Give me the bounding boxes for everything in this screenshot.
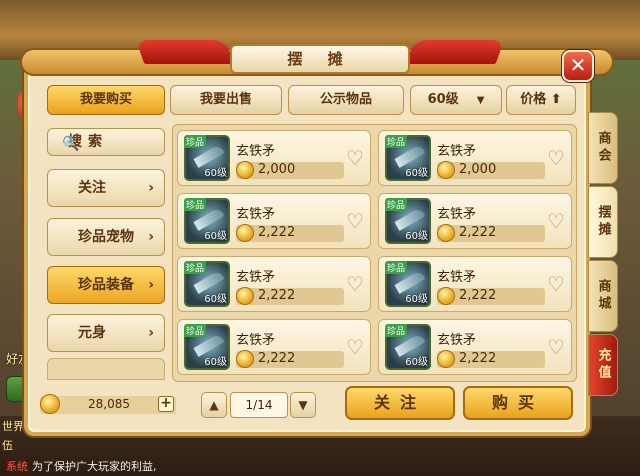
item-price: 2,222: [459, 288, 497, 303]
system-tag: 系统: [4, 460, 30, 473]
item-name: 玄铁矛: [236, 270, 276, 285]
close-button[interactable]: ✕: [562, 50, 594, 82]
spear-icon: 珍品 60级: [385, 135, 431, 181]
item-name: 玄铁矛: [437, 207, 477, 222]
item-price: 2,000: [459, 162, 497, 177]
coin-icon: [437, 287, 455, 305]
ribbon-right: [405, 40, 505, 64]
coin-icon: [437, 350, 455, 368]
heart-icon[interactable]: ♡: [547, 146, 565, 170]
follow-button[interactable]: 关注: [345, 386, 455, 420]
coin-icon: [40, 394, 60, 414]
tab-stall[interactable]: 摆摊: [588, 186, 618, 258]
ribbon-left: [135, 40, 235, 64]
heart-icon[interactable]: ♡: [346, 272, 364, 296]
item-name: 玄铁矛: [236, 144, 276, 159]
heart-icon[interactable]: ♡: [547, 209, 565, 233]
item-name: 玄铁矛: [236, 207, 276, 222]
item-card[interactable]: 珍品 60级 玄铁矛 2,222 ♡: [177, 256, 371, 312]
panel-title: 摆 摊: [230, 44, 410, 74]
item-price: 2,222: [258, 225, 296, 240]
item-card[interactable]: 珍品 60级 玄铁矛 2,222 ♡: [378, 319, 572, 375]
chat-channel-world[interactable]: 世界: [2, 418, 24, 434]
page-down-button[interactable]: ▼: [290, 392, 316, 418]
chevron-right-icon: ›: [148, 325, 154, 341]
tab-buy[interactable]: 我要购买: [47, 85, 165, 115]
item-name: 玄铁矛: [437, 270, 477, 285]
sidebar-item-rare-equipment[interactable]: 珍品装备 ›: [47, 266, 165, 304]
sidebar-item-follow[interactable]: 关注 ›: [47, 169, 165, 207]
sidebar-item-rare-pets[interactable]: 珍品宠物 ›: [47, 218, 165, 256]
spear-icon: 珍品 60级: [184, 324, 230, 370]
heart-icon[interactable]: ♡: [547, 272, 565, 296]
item-price: 2,000: [258, 162, 296, 177]
item-name: 玄铁矛: [437, 333, 477, 348]
heart-icon[interactable]: ♡: [547, 335, 565, 359]
sidebar-item-label: 元身: [78, 325, 106, 341]
item-name: 玄铁矛: [437, 144, 477, 159]
spear-icon: 珍品 60级: [385, 198, 431, 244]
coin-icon: [236, 287, 254, 305]
item-card[interactable]: 珍品 60级 玄铁矛 2,222 ♡: [378, 256, 572, 312]
item-name: 玄铁矛: [236, 333, 276, 348]
level-filter-value: 60级: [427, 92, 459, 107]
system-message-text: 为了保护广大玩家的利益,: [32, 460, 157, 473]
tab-mall[interactable]: 商城: [588, 260, 618, 332]
item-card[interactable]: 珍品 60级 玄铁矛 2,000 ♡: [177, 130, 371, 186]
spear-icon: 珍品 60级: [184, 261, 230, 307]
item-card[interactable]: 珍品 60级 玄铁矛 2,000 ♡: [378, 130, 572, 186]
heart-icon[interactable]: ♡: [346, 209, 364, 233]
heart-icon[interactable]: ♡: [346, 335, 364, 359]
item-price: 2,222: [258, 351, 296, 366]
sidebar-item-label: 珍品装备: [78, 277, 134, 293]
add-money-button[interactable]: +: [158, 396, 174, 412]
money-amount: 28,085: [88, 397, 130, 411]
level-filter-dropdown[interactable]: 60级 ▼: [410, 85, 502, 115]
sidebar-item-yuanshen[interactable]: 元身 ›: [47, 314, 165, 352]
chevron-right-icon: ›: [148, 229, 154, 245]
search-icon: 🔍: [62, 136, 80, 152]
chat-channel-wu: 伍: [2, 439, 13, 452]
search-button[interactable]: 🔍 搜索: [47, 128, 165, 156]
sidebar-item-partial[interactable]: [47, 358, 165, 380]
tab-chamber-of-commerce[interactable]: 商会: [588, 112, 618, 184]
chevron-right-icon: ›: [148, 180, 154, 196]
item-price: 2,222: [459, 351, 497, 366]
coin-icon: [236, 350, 254, 368]
item-price: 2,222: [459, 225, 497, 240]
sort-price-button[interactable]: 价格 ⬆: [506, 85, 576, 115]
spear-icon: 珍品 60级: [184, 198, 230, 244]
coin-icon: [236, 161, 254, 179]
coin-icon: [437, 224, 455, 242]
item-card[interactable]: 珍品 60级 玄铁矛 2,222 ♡: [177, 193, 371, 249]
spear-icon: 珍品 60级: [385, 261, 431, 307]
tab-sell[interactable]: 我要出售: [170, 85, 282, 115]
chevron-right-icon: ›: [148, 277, 154, 293]
sidebar-item-label: 珍品宠物: [78, 229, 134, 245]
coin-icon: [437, 161, 455, 179]
sidebar-item-label: 关注: [78, 180, 106, 196]
item-card[interactable]: 珍品 60级 玄铁矛 2,222 ♡: [378, 193, 572, 249]
page-indicator: 1/14: [230, 392, 288, 418]
system-message: 系统 为了保护广大玩家的利益,: [4, 458, 157, 474]
spear-icon: 珍品 60级: [385, 324, 431, 370]
page-up-button[interactable]: ▲: [201, 392, 227, 418]
item-card[interactable]: 珍品 60级 玄铁矛 2,222 ♡: [177, 319, 371, 375]
coin-icon: [236, 224, 254, 242]
chevron-down-icon: ▼: [476, 95, 485, 106]
buy-button[interactable]: 购买: [463, 386, 573, 420]
tab-recharge[interactable]: 充值: [588, 334, 618, 396]
heart-icon[interactable]: ♡: [346, 146, 364, 170]
spear-icon: 珍品 60级: [184, 135, 230, 181]
tab-public-items[interactable]: 公示物品: [288, 85, 404, 115]
item-price: 2,222: [258, 288, 296, 303]
